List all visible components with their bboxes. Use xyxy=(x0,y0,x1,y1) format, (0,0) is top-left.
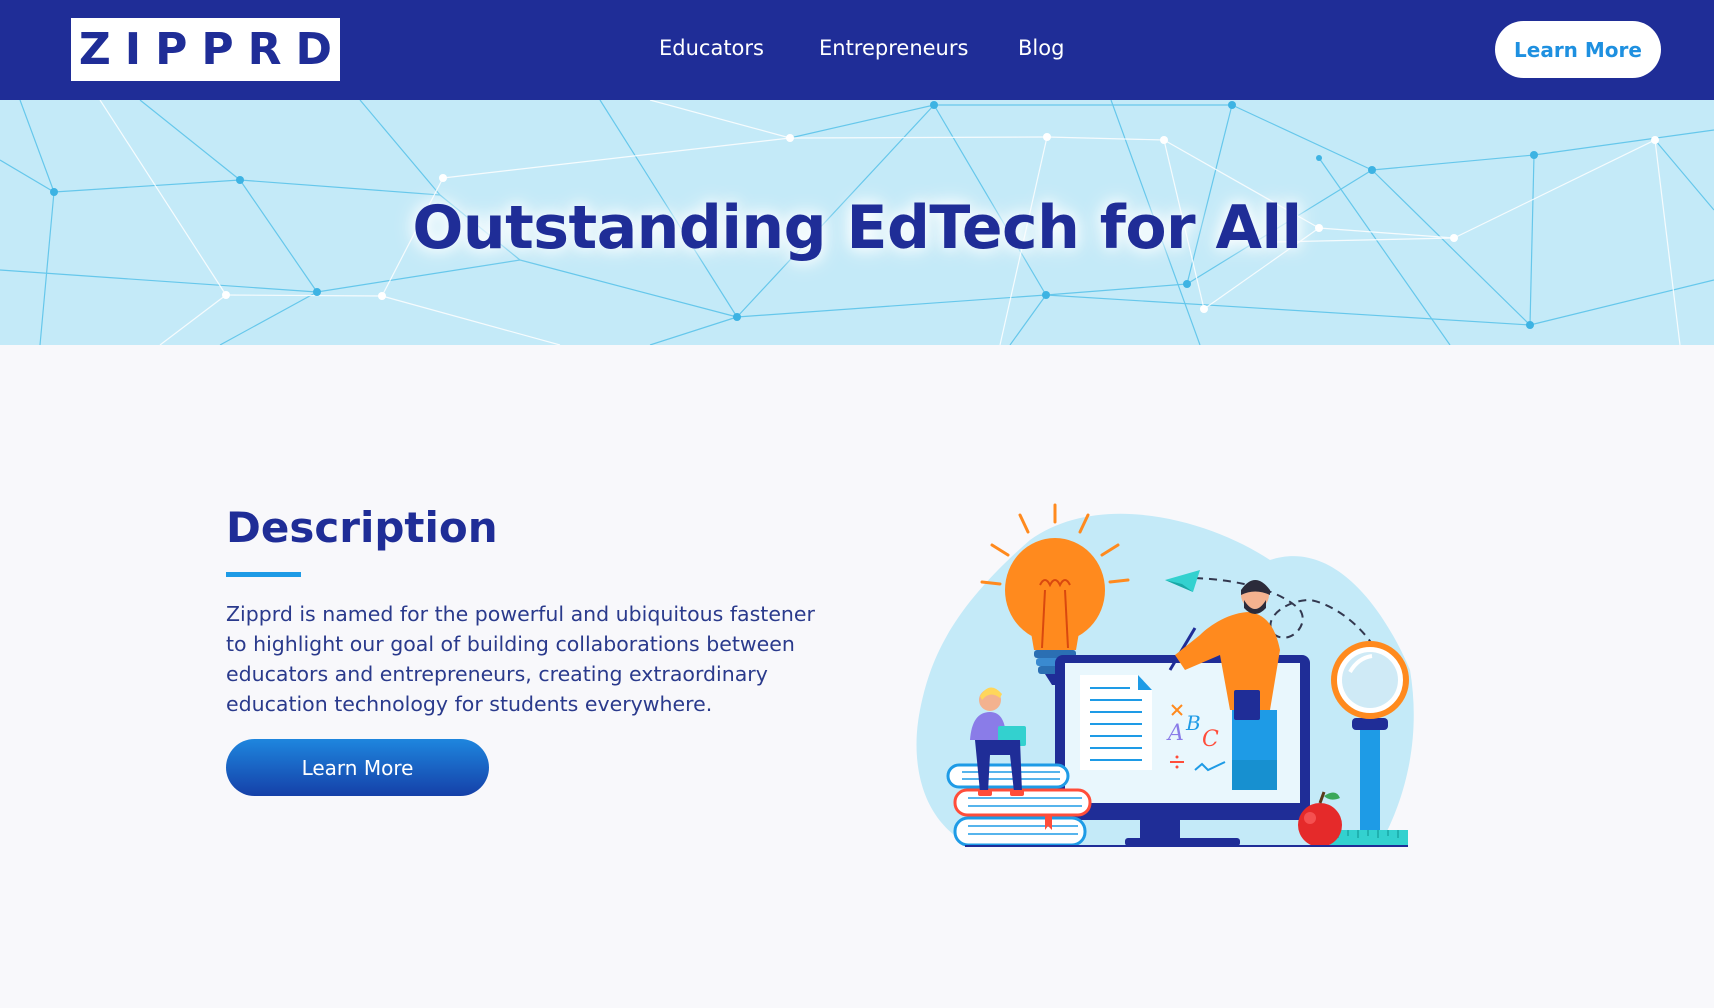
top-navbar: ZIPPRD Educators Entrepreneurs Blog Lear… xyxy=(0,0,1714,100)
nav-link-entrepreneurs[interactable]: Entrepreneurs xyxy=(819,36,968,60)
edtech-illustration: A B C xyxy=(916,503,1414,847)
letter-c: C xyxy=(1202,727,1219,752)
document-icon xyxy=(1080,675,1152,770)
header-learn-more-button[interactable]: Learn More xyxy=(1495,21,1661,78)
hero-banner: Outstanding EdTech for All xyxy=(0,100,1714,345)
nav-link-blog[interactable]: Blog xyxy=(1018,36,1064,60)
heading-underline xyxy=(226,572,301,577)
letter-a: A xyxy=(1166,721,1184,746)
main-nav: Educators Entrepreneurs Blog xyxy=(0,0,1714,100)
description-learn-more-button[interactable]: Learn More xyxy=(226,739,489,796)
description-heading: Description xyxy=(226,503,498,552)
nav-link-educators[interactable]: Educators xyxy=(659,36,764,60)
description-text: Zipprd is named for the powerful and ubi… xyxy=(226,602,815,716)
ruler-icon xyxy=(1330,830,1408,846)
hero-title: Outstanding EdTech for All xyxy=(412,193,1302,263)
letter-b: B xyxy=(1185,711,1201,735)
